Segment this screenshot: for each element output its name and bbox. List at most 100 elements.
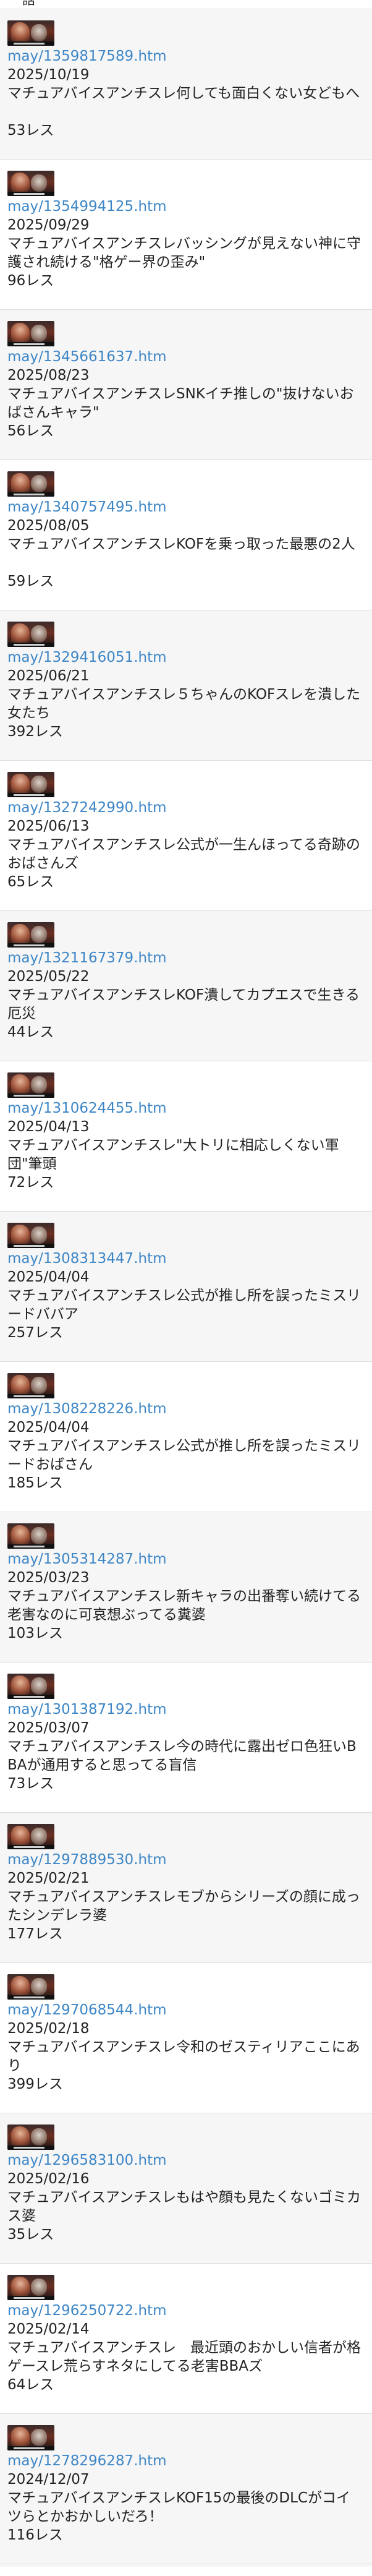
- thread-link[interactable]: may/1296250722.htm: [7, 2301, 365, 2320]
- thread-item: may/1305314287.htm 2025/03/23 マチュアバイスアンチスレ…: [0, 1512, 372, 1662]
- thread-title: マチュアバイスアンチスレKOF15の最後のDLCがコイツらとかおかしいだろ！: [7, 2490, 351, 2525]
- thread-title: マチュアバイスアンチスレ５ちゃんのKOFスレを潰した女たち: [7, 687, 361, 721]
- reply-count: 65レス: [7, 874, 54, 890]
- thread-thumbnail[interactable]: [7, 2425, 54, 2450]
- thread-date: 2025/02/16: [7, 2171, 90, 2187]
- thread-link[interactable]: may/1296583100.htm: [7, 2151, 365, 2170]
- thread-thumbnail[interactable]: [7, 1674, 54, 1699]
- thread-item: may/1354994125.htm 2025/09/29 マチュアバイスアンチスレ…: [0, 159, 372, 309]
- thread-thumbnail[interactable]: [7, 20, 54, 46]
- thread-item: may/1297889530.htm 2025/02/21 マチュアバイスアンチスレ…: [0, 1812, 372, 1962]
- reply-count: 177レス: [7, 1926, 63, 1942]
- thread-date: 2025/08/05: [7, 518, 90, 534]
- thread-thumbnail[interactable]: [7, 622, 54, 647]
- thread-title: マチュアバイスアンチスレ令和のゼスティリアここにあり: [7, 2039, 360, 2074]
- reply-count: 96レス: [7, 273, 54, 289]
- thread-link[interactable]: may/1297068544.htm: [7, 2001, 365, 2019]
- thread-date: 2024/12/07: [7, 2471, 90, 2488]
- thread-title: マチュアバイスアンチスレ新キャラの出番奪い続けてる老害なのに可哀想ぶってる糞婆: [7, 1588, 361, 1623]
- thread-title: マチュアバイスアンチスレ今の時代に露出ゼロ色狂いBBAが通用すると思ってる盲信: [7, 1739, 357, 1773]
- thread-thumbnail[interactable]: [7, 471, 54, 497]
- thread-date: 2025/08/23: [7, 367, 90, 383]
- thread-link[interactable]: may/1345661637.htm: [7, 348, 365, 366]
- thread-link[interactable]: may/1278296287.htm: [7, 2452, 365, 2470]
- thread-date: 2025/03/07: [7, 1720, 90, 1736]
- thread-title: マチュアバイスアンチスレKOF潰してカプエスで生きる厄災: [7, 987, 360, 1022]
- thread-thumbnail[interactable]: [7, 1974, 54, 2000]
- thread-item: may/1308228226.htm 2025/04/04 マチュアバイスアンチスレ…: [0, 1361, 372, 1512]
- reply-count: 64レス: [7, 2377, 54, 2393]
- thread-title: マチュアバイスアンチスレモブからシリーズの顔に成ったシンデレラ婆: [7, 1889, 360, 1923]
- thread-item: may/1278296287.htm 2024/12/07 マチュアバイスアンチスレ…: [0, 2413, 372, 2564]
- thread-item: may/1296583100.htm 2025/02/16 マチュアバイスアンチスレ…: [0, 2113, 372, 2263]
- thread-item: may/1301387192.htm 2025/03/07 マチュアバイスアンチスレ…: [0, 1662, 372, 1812]
- thread-item: may/1340757495.htm 2025/08/05 マチュアバイスアンチスレ…: [0, 460, 372, 610]
- thread-item: may/1345661637.htm 2025/08/23 マチュアバイスアンチスレ…: [0, 309, 372, 460]
- thread-date: 2025/03/23: [7, 1570, 90, 1586]
- thread-thumbnail[interactable]: [7, 2275, 54, 2300]
- thread-title: マチュアバイスアンチスレ"大トリに相応しくない軍団"筆頭: [7, 1137, 339, 1172]
- thread-link[interactable]: may/1354994125.htm: [7, 197, 365, 216]
- list-bottom-edge: [0, 2564, 372, 2567]
- thread-item: may/1296250722.htm 2025/02/14 マチュアバイスアンチスレ…: [0, 2263, 372, 2413]
- thread-item: may/1329416051.htm 2025/06/21 マチュアバイスアンチスレ…: [0, 610, 372, 760]
- reply-count: 73レス: [7, 1776, 54, 1792]
- thread-title: マチュアバイスアンチスレバッシングが見えない神に守護され続ける"格ゲー界の歪み": [7, 236, 361, 270]
- previous-item-text: 話: [22, 0, 35, 7]
- reply-count: 185レス: [7, 1475, 63, 1491]
- thread-title: マチュアバイスアンチスレKOFを乗っ取った最悪の2人: [7, 536, 355, 552]
- thread-date: 2025/02/14: [7, 2321, 90, 2337]
- thread-thumbnail[interactable]: [7, 772, 54, 797]
- thread-thumbnail[interactable]: [7, 1223, 54, 1248]
- thread-thumbnail[interactable]: [7, 321, 54, 346]
- thread-item: may/1327242990.htm 2025/06/13 マチュアバイスアンチスレ…: [0, 760, 372, 910]
- reply-count: 44レス: [7, 1024, 54, 1040]
- reply-count: 257レス: [7, 1325, 63, 1341]
- reply-count: 35レス: [7, 2227, 54, 2243]
- reply-count: 72レス: [7, 1175, 54, 1191]
- thread-link[interactable]: may/1297889530.htm: [7, 1851, 365, 1869]
- thread-link[interactable]: may/1308313447.htm: [7, 1249, 365, 1268]
- thread-link[interactable]: may/1359817589.htm: [7, 47, 365, 66]
- thread-title: マチュアバイスアンチスレ公式が一生んほってる奇跡のおばさんズ: [7, 837, 360, 871]
- reply-count: 399レス: [7, 2076, 63, 2092]
- thread-item: may/1308313447.htm 2025/04/04 マチュアバイスアンチスレ…: [0, 1211, 372, 1361]
- thread-date: 2025/04/13: [7, 1119, 90, 1135]
- thread-date: 2025/04/04: [7, 1419, 90, 1436]
- thread-date: 2025/05/22: [7, 969, 90, 985]
- thread-link[interactable]: may/1329416051.htm: [7, 648, 365, 667]
- thread-date: 2025/09/29: [7, 217, 90, 233]
- thread-date: 2025/04/04: [7, 1269, 90, 1285]
- thread-title: マチュアバイスアンチスレSNKイチ推しの"抜けないおばさんキャラ": [7, 386, 354, 421]
- thread-link[interactable]: may/1310624455.htm: [7, 1099, 365, 1118]
- thread-date: 2025/10/19: [7, 67, 90, 83]
- thread-link[interactable]: may/1308228226.htm: [7, 1400, 365, 1418]
- thread-thumbnail[interactable]: [7, 2125, 54, 2150]
- thread-link[interactable]: may/1327242990.htm: [7, 798, 365, 817]
- thread-thumbnail[interactable]: [7, 1373, 54, 1398]
- thread-date: 2025/06/21: [7, 668, 90, 684]
- thread-thumbnail[interactable]: [7, 922, 54, 948]
- thread-thumbnail[interactable]: [7, 1072, 54, 1098]
- reply-count: 392レス: [7, 724, 63, 740]
- reply-count: 116レス: [7, 2527, 63, 2543]
- thread-title: マチュアバイスアンチスレ何しても面白くない女どもへ: [7, 85, 360, 101]
- reply-count: 56レス: [7, 423, 54, 439]
- thread-title: マチュアバイスアンチスレもはや顔も見たくないゴミカス婆: [7, 2189, 361, 2224]
- reply-count: 103レス: [7, 1625, 63, 1641]
- thread-date: 2025/02/18: [7, 2021, 90, 2037]
- thread-thumbnail[interactable]: [7, 1824, 54, 1849]
- thread-thumbnail[interactable]: [7, 171, 54, 196]
- previous-item-fragment: 話: [0, 0, 372, 9]
- thread-link[interactable]: may/1321167379.htm: [7, 949, 365, 967]
- thread-date: 2025/02/21: [7, 1870, 90, 1886]
- thread-title: マチュアバイスアンチスレ 最近頭のおかしい信者が格ゲースレ荒らすネタにしてる老害…: [7, 2340, 361, 2374]
- thread-link[interactable]: may/1301387192.htm: [7, 1700, 365, 1719]
- thread-list: may/1359817589.htm 2025/10/19 マチュアバイスアンチスレ…: [0, 9, 372, 2564]
- thread-link[interactable]: may/1305314287.htm: [7, 1550, 365, 1568]
- thread-link[interactable]: may/1340757495.htm: [7, 498, 365, 516]
- reply-count: 59レス: [7, 573, 54, 589]
- thread-title: マチュアバイスアンチスレ公式が推し所を誤ったミスリードおばさん: [7, 1438, 361, 1473]
- thread-item: may/1297068544.htm 2025/02/18 マチュアバイスアンチスレ…: [0, 1962, 372, 2113]
- thread-thumbnail[interactable]: [7, 1523, 54, 1549]
